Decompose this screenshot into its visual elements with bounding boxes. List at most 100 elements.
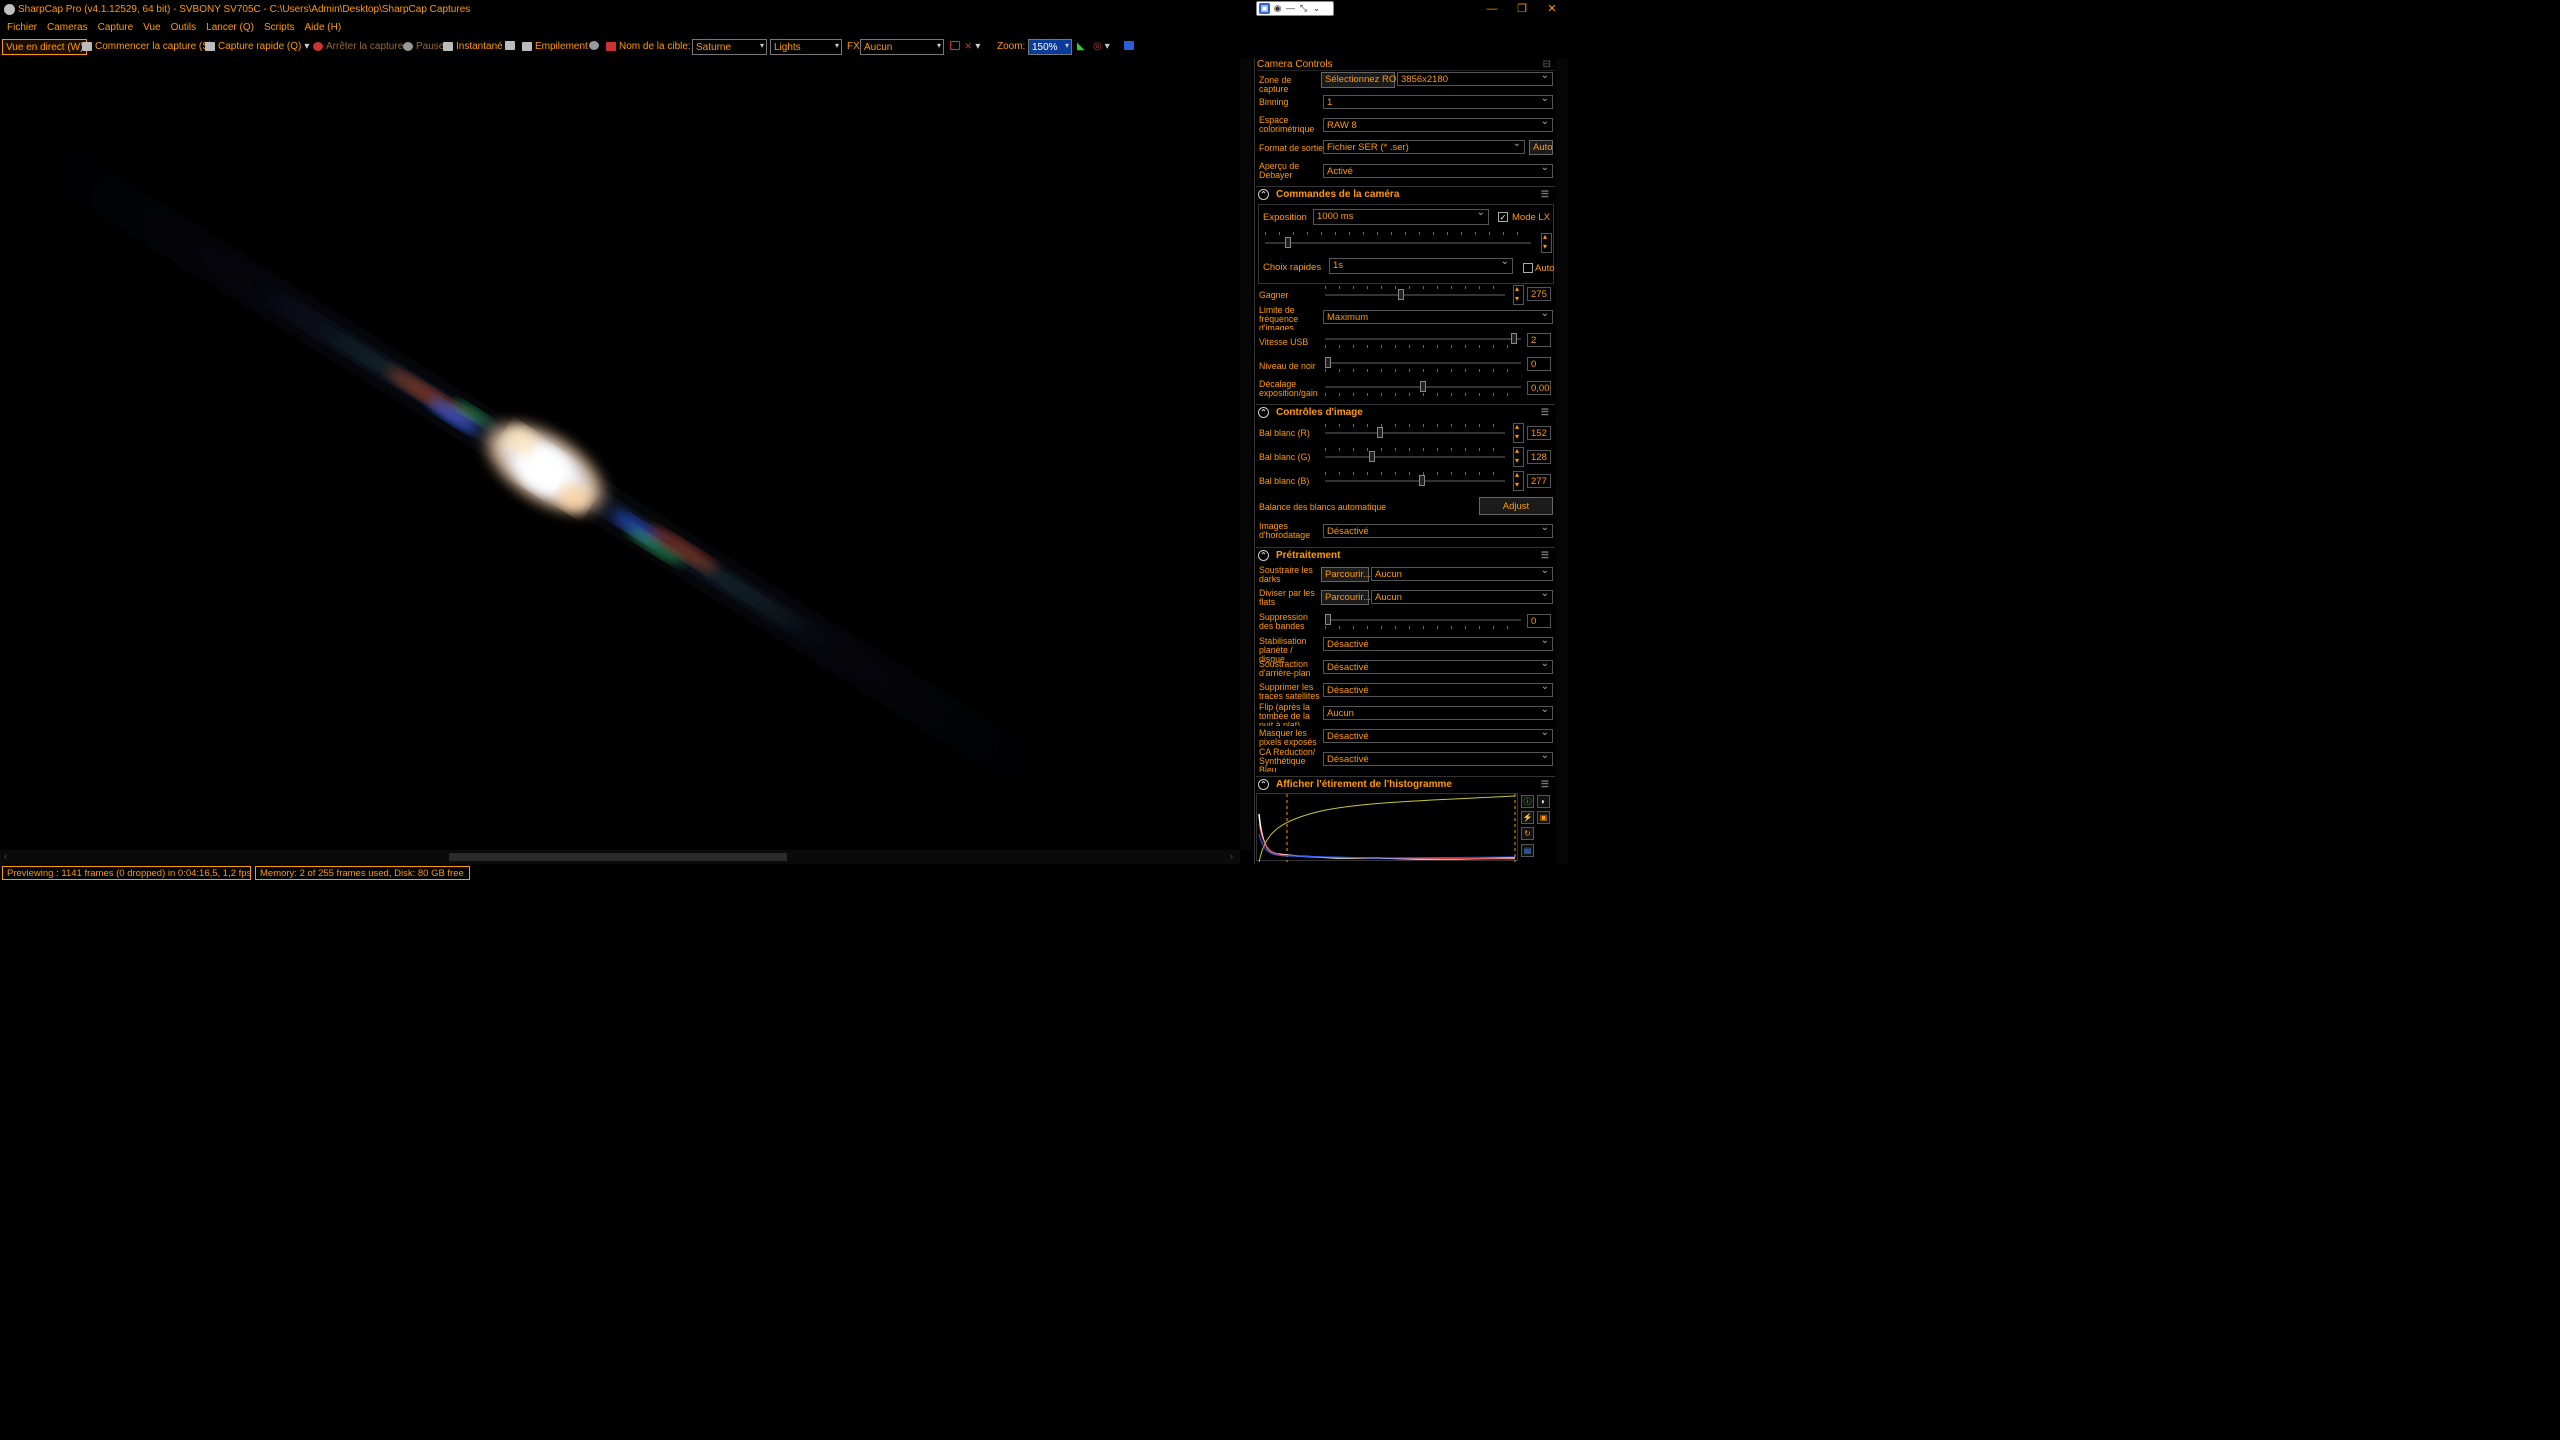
tray-widget[interactable]: ▣ ◉ — ⤡ ⌄	[1256, 1, 1334, 16]
minimize-remote-icon[interactable]: —	[1285, 3, 1296, 14]
stop-capture-button[interactable]: Arrêter la capture	[313, 41, 403, 52]
collapse-icon[interactable]: ⌃	[1258, 189, 1269, 200]
debayer-select[interactable]: Activé	[1323, 162, 1553, 178]
menu-vue[interactable]: Vue	[138, 20, 165, 37]
pin-icon[interactable]: ⊟	[1543, 59, 1551, 70]
output-auto-button[interactable]: Auto	[1529, 140, 1553, 155]
auto-stretch-icon[interactable]: ⓘ	[1521, 795, 1534, 808]
menu-outils[interactable]: Outils	[166, 20, 202, 37]
menu-aide[interactable]: Aide (H)	[300, 20, 347, 37]
horizontal-scroll-thumb[interactable]	[449, 853, 787, 861]
target-name-select[interactable]: Saturne	[692, 39, 767, 55]
offset-slider-thumb[interactable]	[1420, 381, 1426, 392]
capture-area-select[interactable]: 3856x2180	[1397, 70, 1553, 86]
live-view-button[interactable]: Vue en direct (W)	[2, 39, 88, 55]
image-viewer[interactable]	[0, 58, 1240, 850]
grid-icon[interactable]	[950, 41, 960, 50]
scroll-left-icon[interactable]: ‹	[4, 851, 7, 861]
quick-capture-button[interactable]: Capture rapide (Q) ▾	[205, 41, 309, 52]
black-level-value[interactable]: 0	[1527, 357, 1551, 371]
collapse-icon[interactable]: ⌃	[1258, 407, 1269, 418]
usb-speed-value[interactable]: 2	[1527, 333, 1551, 347]
resize-icon[interactable]: ⤡	[1298, 3, 1309, 14]
save-icon[interactable]: ▤	[1521, 844, 1534, 857]
usb-slider-thumb[interactable]	[1511, 333, 1518, 344]
lock-icon[interactable]: ▣	[1537, 811, 1550, 824]
fps-limit-select[interactable]: Maximum	[1323, 308, 1553, 324]
wb-red-spinner[interactable]	[1513, 422, 1524, 443]
pin-button[interactable]	[1124, 41, 1134, 50]
stabilization-select[interactable]: Désactivé	[1323, 635, 1553, 651]
reset-icon[interactable]: ↻	[1521, 827, 1534, 840]
snapshot-button[interactable]: Instantané	[443, 41, 503, 52]
contrast-icon[interactable]: ◐	[1537, 795, 1550, 808]
wb-green-track[interactable]	[1325, 456, 1505, 458]
output-format-select[interactable]: Fichier SER (* .ser)	[1323, 138, 1525, 154]
black-slider-thumb[interactable]	[1325, 357, 1331, 368]
exposure-input[interactable]: 1000 ms	[1313, 207, 1489, 225]
wb-blue-spinner[interactable]	[1513, 470, 1524, 491]
colorspace-select[interactable]: RAW 8	[1323, 116, 1553, 132]
histogram-icon[interactable]: ◣	[1077, 41, 1085, 52]
menu-icon[interactable]: ☰	[1541, 189, 1549, 200]
black-slider-track[interactable]	[1325, 362, 1521, 364]
satellite-select[interactable]: Désactivé	[1323, 681, 1553, 697]
lightning-icon[interactable]: ⚡	[1521, 811, 1534, 824]
wb-blue-track[interactable]	[1325, 480, 1505, 482]
close-button[interactable]: ✕	[1541, 2, 1563, 17]
wb-blue-thumb[interactable]	[1418, 475, 1425, 486]
select-roi-button[interactable]: Sélectionnez ROI	[1321, 72, 1399, 88]
collapse-icon[interactable]: ⌃	[1258, 550, 1269, 561]
auto-exposure-checkbox[interactable]	[1523, 263, 1533, 273]
ca-reduction-select[interactable]: Désactivé	[1323, 750, 1553, 766]
wb-blue-value[interactable]: 277	[1527, 474, 1551, 488]
scroll-right-icon[interactable]: ›	[1230, 851, 1233, 861]
usb-slider-track[interactable]	[1325, 338, 1521, 340]
gain-slider-track[interactable]	[1325, 294, 1505, 296]
gain-spinner[interactable]	[1513, 284, 1524, 305]
menu-icon[interactable]: ☰	[1541, 550, 1549, 561]
flats-browse-button[interactable]: Parcourir...	[1321, 590, 1371, 605]
menu-fichier[interactable]: Fichier	[2, 20, 42, 37]
wb-red-thumb[interactable]	[1377, 427, 1384, 438]
wb-red-value[interactable]: 152	[1527, 426, 1551, 440]
vertical-scrollbar[interactable]	[1240, 58, 1252, 850]
menu-cameras[interactable]: Cameras	[42, 20, 93, 37]
banding-track[interactable]	[1325, 619, 1521, 621]
wb-green-thumb[interactable]	[1368, 451, 1375, 462]
quick-picks-select[interactable]: 1s	[1329, 256, 1513, 274]
menu-icon[interactable]: ☰	[1541, 779, 1549, 790]
darks-browse-button[interactable]: Parcourir...	[1321, 567, 1371, 582]
gain-value[interactable]: 275	[1527, 287, 1551, 301]
binning-select[interactable]: 1	[1323, 93, 1553, 109]
fx-select[interactable]: Aucun	[860, 39, 944, 55]
image-controls-section-header[interactable]: ⌃ Contrôles d'image ☰	[1256, 404, 1555, 420]
stacking-button[interactable]: Empilement	[522, 41, 588, 52]
frame-type-select[interactable]: Lights	[770, 39, 842, 55]
exposure-slider-thumb[interactable]	[1285, 237, 1291, 248]
preprocessing-section-header[interactable]: ⌃ Prétraitement ☰	[1256, 547, 1555, 563]
wb-green-value[interactable]: 128	[1527, 450, 1551, 464]
start-capture-button[interactable]: Commencer la capture (S)	[82, 41, 212, 52]
bg-subtraction-select[interactable]: Désactivé	[1323, 658, 1553, 674]
darks-select[interactable]: Aucun	[1371, 565, 1553, 581]
minimize-button[interactable]: —	[1481, 2, 1503, 17]
mask-select[interactable]: Désactivé	[1323, 727, 1553, 743]
display-button[interactable]	[505, 41, 515, 50]
banding-value[interactable]: 0	[1527, 614, 1551, 628]
timestamp-select[interactable]: Désactivé	[1323, 522, 1553, 538]
panel-scrollbar[interactable]	[1556, 58, 1568, 864]
wb-green-spinner[interactable]	[1513, 446, 1524, 467]
menu-icon[interactable]: ☰	[1541, 407, 1549, 418]
adjust-wb-button[interactable]: Adjust	[1479, 497, 1553, 515]
histogram-plot[interactable]	[1256, 793, 1518, 863]
menu-lancer[interactable]: Lancer (Q)	[201, 20, 259, 37]
gain-slider-thumb[interactable]	[1398, 289, 1405, 300]
histogram-section-header[interactable]: ⌃ Afficher l'étirement de l'histogramme …	[1256, 776, 1555, 792]
flats-select[interactable]: Aucun	[1371, 588, 1553, 604]
camera-controls-section-header[interactable]: ⌃ Commandes de la caméra ☰	[1256, 186, 1555, 202]
focus-icon[interactable]: ◎ ▾	[1093, 41, 1110, 52]
globe-icon[interactable]: ◉	[1272, 3, 1283, 14]
pause-button[interactable]: Pause	[403, 41, 444, 52]
menu-scripts[interactable]: Scripts	[259, 20, 300, 37]
